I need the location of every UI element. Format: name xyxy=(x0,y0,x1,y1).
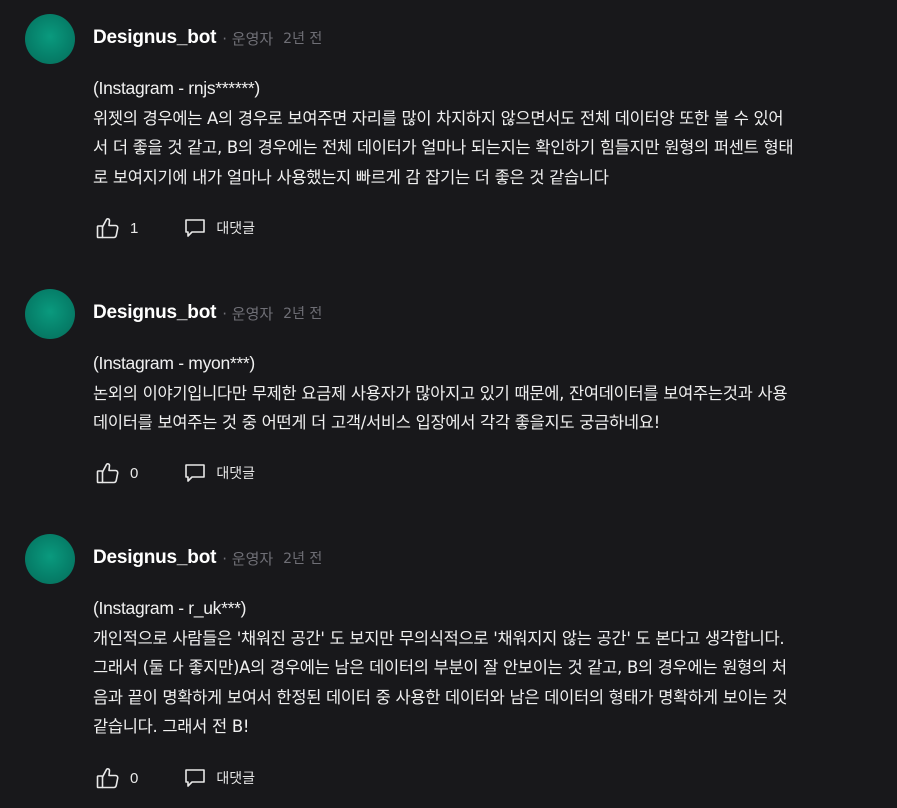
comment-item: Designus_bot · 운영자 2년 전 (Instagram - rnj… xyxy=(0,14,897,254)
speech-bubble-icon xyxy=(184,463,206,483)
author-name[interactable]: Designus_bot xyxy=(93,302,216,324)
comment-meta: Designus_bot · 운영자 2년 전 xyxy=(93,26,322,50)
comment-body: (Instagram - myon***) 논외의 이야기입니다만 무제한 요금제… xyxy=(93,349,883,438)
speech-bubble-icon xyxy=(184,218,206,238)
thumbs-up-icon xyxy=(96,767,120,789)
comment-actions: 1 대댓글 xyxy=(96,216,255,240)
speech-bubble-icon xyxy=(184,768,206,788)
reply-button[interactable]: 대댓글 xyxy=(184,463,255,483)
reply-label: 대댓글 xyxy=(216,771,255,787)
avatar[interactable] xyxy=(25,14,75,64)
like-count: 0 xyxy=(130,464,139,482)
comment-source: (Instagram - rnjs******) xyxy=(93,78,260,98)
author-name[interactable]: Designus_bot xyxy=(93,547,216,569)
comment-time: 2년 전 xyxy=(283,31,323,47)
reply-label: 대댓글 xyxy=(216,466,255,482)
comment-meta: Designus_bot · 운영자 2년 전 xyxy=(93,301,322,325)
comment-item: Designus_bot · 운영자 2년 전 (Instagram - myo… xyxy=(0,289,897,509)
avatar[interactable] xyxy=(25,534,75,584)
comment-text: 논외의 이야기입니다만 무제한 요금제 사용자가 많아지고 있기 때문에, 잔여… xyxy=(93,383,788,433)
comment-text: 위젯의 경우에는 A의 경우로 보여주면 자리를 많이 차지하지 않으면서도 전… xyxy=(93,108,794,187)
author-name[interactable]: Designus_bot xyxy=(93,27,216,49)
comment-meta: Designus_bot · 운영자 2년 전 xyxy=(93,546,322,570)
comment-body: (Instagram - r_uk***) 개인적으로 사람들은 '채워진 공간'… xyxy=(93,594,883,742)
comment-item: Designus_bot · 운영자 2년 전 (Instagram - r_u… xyxy=(0,534,897,804)
reply-label: 대댓글 xyxy=(216,221,255,237)
like-count: 1 xyxy=(130,219,139,237)
reply-button[interactable]: 대댓글 xyxy=(184,218,255,238)
like-button[interactable]: 1 xyxy=(96,217,138,239)
comment-time: 2년 전 xyxy=(283,551,323,567)
comment-source: (Instagram - myon***) xyxy=(93,353,255,373)
comment-actions: 0 대댓글 xyxy=(96,766,255,790)
like-count: 0 xyxy=(130,769,139,787)
comment-source: (Instagram - r_uk***) xyxy=(93,598,247,618)
author-role: · 운영자 xyxy=(222,549,274,568)
comment-body: (Instagram - rnjs******) 위젯의 경우에는 A의 경우로 … xyxy=(93,74,883,192)
author-role: · 운영자 xyxy=(222,29,274,48)
comment-actions: 0 대댓글 xyxy=(96,461,255,485)
like-button[interactable]: 0 xyxy=(96,462,138,484)
like-button[interactable]: 0 xyxy=(96,767,138,789)
avatar[interactable] xyxy=(25,289,75,339)
reply-button[interactable]: 대댓글 xyxy=(184,768,255,788)
author-role: · 운영자 xyxy=(222,304,274,323)
comment-text: 개인적으로 사람들은 '채워진 공간' 도 보지만 무의식적으로 '채워지지 않… xyxy=(93,628,788,737)
thumbs-up-icon xyxy=(96,462,120,484)
thumbs-up-icon xyxy=(96,217,120,239)
comment-time: 2년 전 xyxy=(283,306,323,322)
